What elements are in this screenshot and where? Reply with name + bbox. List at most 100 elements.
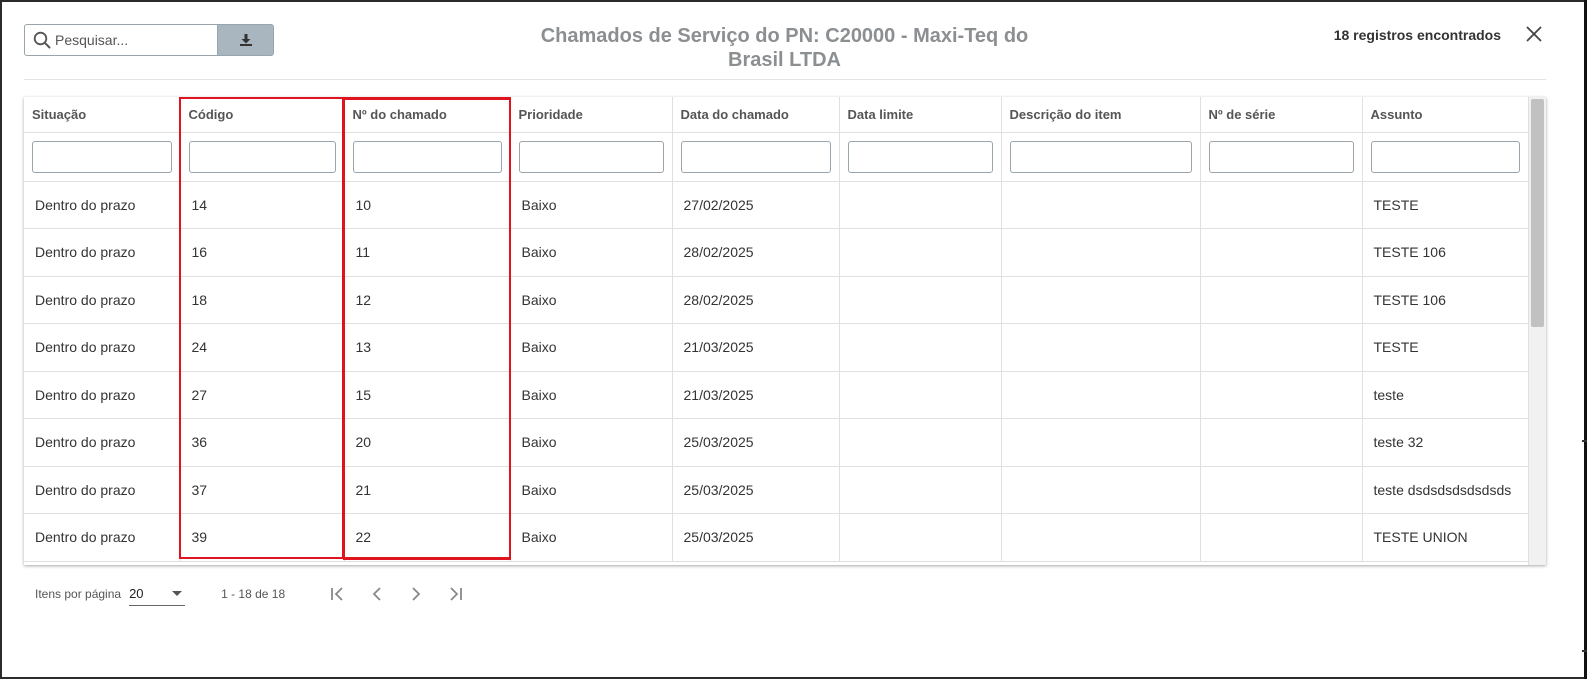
cell-codigo: 37 xyxy=(180,466,345,514)
items-per-page-select[interactable]: 20 xyxy=(129,582,186,606)
cell-numero-chamado: 13 xyxy=(344,323,511,372)
search-icon xyxy=(33,31,51,49)
col-header-data-limite[interactable]: Data limite xyxy=(839,97,1002,133)
cell-situacao: Dentro do prazo xyxy=(24,228,181,277)
table-row[interactable]: Dentro do prazo 18 12 Baixo 28/02/2025 TESTE … xyxy=(24,276,1528,324)
cell-codigo: 18 xyxy=(180,276,345,324)
cell-prioridade: Baixo xyxy=(510,371,673,419)
chevron-down-icon xyxy=(172,591,183,596)
search-box xyxy=(24,24,217,56)
cell-prioridade: Baixo xyxy=(510,513,673,562)
cell-assunto: TESTE 106 xyxy=(1362,228,1528,277)
col-header-data-chamado[interactable]: Data do chamado xyxy=(672,97,840,133)
col-header-descricao-item[interactable]: Descrição do item xyxy=(1001,97,1201,133)
cell-numero-serie xyxy=(1200,228,1363,277)
search-input[interactable] xyxy=(55,25,215,55)
filter-assunto-input[interactable] xyxy=(1370,140,1520,173)
filter-data-limite-input[interactable] xyxy=(847,140,993,173)
cell-assunto: teste 32 xyxy=(1362,418,1528,467)
cell-numero-serie xyxy=(1200,323,1363,372)
cell-numero-chamado: 10 xyxy=(344,181,511,229)
col-header-prioridade[interactable]: Prioridade xyxy=(510,97,673,133)
cell-assunto: TESTE UNION xyxy=(1362,513,1528,562)
table-row[interactable]: Dentro do prazo 16 11 Baixo 28/02/2025 TESTE … xyxy=(24,228,1528,277)
cell-data-limite xyxy=(839,276,1002,324)
cell-assunto: TESTE 106 xyxy=(1362,276,1528,324)
filter-row xyxy=(24,132,1528,182)
col-header-numero-chamado[interactable]: Nº do chamado xyxy=(344,97,511,133)
page-title: Chamados de Serviço do PN: C20000 - Maxi… xyxy=(540,25,1029,71)
cell-descricao-item xyxy=(1001,371,1201,419)
cell-codigo: 16 xyxy=(180,228,345,277)
cell-prioridade: Baixo xyxy=(510,181,673,229)
header-row: Situação Código Nº do chamado Prioridade… xyxy=(24,97,1528,133)
first-page-icon xyxy=(331,587,343,601)
paginator: Itens por página 20 1 - 18 de 18 xyxy=(35,582,466,606)
cell-numero-chamado: 11 xyxy=(344,228,511,277)
filter-codigo-input[interactable] xyxy=(188,140,336,173)
table-row[interactable]: Dentro do prazo 37 21 Baixo 25/03/2025 teste … xyxy=(24,466,1528,514)
cell-numero-serie xyxy=(1200,418,1363,467)
last-page-icon xyxy=(450,587,463,601)
cell-situacao: Dentro do prazo xyxy=(24,418,181,467)
col-header-situacao[interactable]: Situação xyxy=(24,97,181,133)
table-row[interactable]: Dentro do prazo 36 20 Baixo 25/03/2025 teste … xyxy=(24,418,1528,467)
first-page-button[interactable] xyxy=(327,583,349,605)
table-row[interactable]: Dentro do prazo 14 10 Baixo 27/02/2025 TESTE xyxy=(24,181,1528,229)
cell-data-chamado: 21/03/2025 xyxy=(672,323,840,372)
cell-data-limite xyxy=(839,323,1002,372)
cell-codigo: 14 xyxy=(180,181,345,229)
last-page-button[interactable] xyxy=(444,583,466,605)
cell-descricao-item xyxy=(1001,228,1201,277)
cell-assunto: TESTE xyxy=(1362,181,1528,229)
cell-descricao-item xyxy=(1001,323,1201,372)
cell-data-chamado: 21/03/2025 xyxy=(672,371,840,419)
dialog: Chamados de Serviço do PN: C20000 - Maxi… xyxy=(0,0,1587,679)
col-header-numero-serie[interactable]: Nº de série xyxy=(1200,97,1363,133)
table-row[interactable]: Dentro do prazo 39 22 Baixo 25/03/2025 TESTE … xyxy=(24,513,1528,562)
cell-codigo: 39 xyxy=(180,513,345,562)
cell-descricao-item xyxy=(1001,513,1201,562)
cell-data-chamado: 28/02/2025 xyxy=(672,228,840,277)
filter-numero-serie-input[interactable] xyxy=(1208,140,1354,173)
cell-numero-chamado: 15 xyxy=(344,371,511,419)
cell-codigo: 36 xyxy=(180,418,345,467)
filter-situacao-input[interactable] xyxy=(32,140,172,173)
filter-numero-chamado-input[interactable] xyxy=(352,140,502,173)
cell-data-chamado: 25/03/2025 xyxy=(672,513,840,562)
search-bar xyxy=(24,24,274,56)
cell-codigo: 24 xyxy=(180,323,345,372)
cell-assunto: TESTE xyxy=(1362,323,1528,372)
table-row[interactable]: Dentro do prazo 27 15 Baixo 21/03/2025 teste xyxy=(24,371,1528,419)
vertical-scrollbar[interactable] xyxy=(1528,97,1546,565)
filter-prioridade-input[interactable] xyxy=(518,140,664,173)
cell-numero-chamado: 22 xyxy=(344,513,511,562)
cell-data-limite xyxy=(839,513,1002,562)
filter-descricao-item-input[interactable] xyxy=(1009,140,1192,173)
cell-data-limite xyxy=(839,181,1002,229)
items-per-page-value: 20 xyxy=(129,586,144,601)
cell-assunto: teste dsdsdsdsdsdsds xyxy=(1362,466,1528,514)
cell-numero-serie xyxy=(1200,371,1363,419)
prev-page-icon xyxy=(372,587,381,601)
page-range: 1 - 18 de 18 xyxy=(221,587,286,601)
table-row[interactable]: Dentro do prazo 24 13 Baixo 21/03/2025 TESTE xyxy=(24,323,1528,372)
cell-codigo: 27 xyxy=(180,371,345,419)
scroll-thumb[interactable] xyxy=(1531,99,1544,327)
col-header-assunto[interactable]: Assunto xyxy=(1362,97,1528,133)
download-icon xyxy=(239,34,252,46)
prev-page-button[interactable] xyxy=(366,583,388,605)
next-page-button[interactable] xyxy=(405,583,427,605)
cell-numero-chamado: 21 xyxy=(344,466,511,514)
download-button[interactable] xyxy=(217,24,274,56)
cell-situacao: Dentro do prazo xyxy=(24,323,181,372)
cell-data-chamado: 25/03/2025 xyxy=(672,418,840,467)
cell-descricao-item xyxy=(1001,276,1201,324)
filter-data-chamado-input[interactable] xyxy=(680,140,831,173)
close-icon[interactable] xyxy=(1524,24,1544,44)
col-header-codigo[interactable]: Código xyxy=(180,97,345,133)
items-per-page-label: Itens por página xyxy=(35,587,122,601)
cell-prioridade: Baixo xyxy=(510,323,673,372)
cell-assunto: teste xyxy=(1362,371,1528,419)
cell-data-limite xyxy=(839,466,1002,514)
